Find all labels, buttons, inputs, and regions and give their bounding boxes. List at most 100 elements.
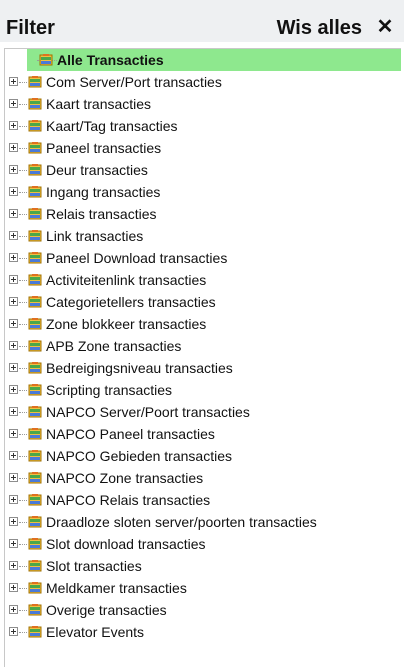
tree-item-label: APB Zone transacties [46,338,182,354]
tree-item[interactable]: Scripting transacties [5,379,401,401]
tree-item[interactable]: Activiteitenlink transacties [5,269,401,291]
tree-connector [19,302,27,303]
transaction-folder-icon [28,362,42,374]
tree-item[interactable]: Paneel Download transacties [5,247,401,269]
transaction-folder-icon [28,450,42,462]
tree-connector [19,390,27,391]
filter-title: Filter [6,17,55,39]
plus-expander-icon[interactable] [9,363,18,372]
tree-connector [19,192,27,193]
tree-item[interactable]: APB Zone transacties [5,335,401,357]
tree-item[interactable]: Bedreigingsniveau transacties [5,357,401,379]
tree-item[interactable]: Meldkamer transacties [5,577,401,599]
transaction-folder-icon [28,340,42,352]
plus-expander-icon[interactable] [9,429,18,438]
filter-panel: Filter Wis alles ✕ Alle Transacties Com … [0,0,404,667]
plus-expander-icon[interactable] [9,561,18,570]
tree-item[interactable]: Overige transacties [5,599,401,621]
tree-item[interactable]: Com Server/Port transacties [5,71,401,93]
transaction-folder-icon [28,120,42,132]
plus-expander-icon[interactable] [9,627,18,636]
close-icon[interactable]: ✕ [374,16,396,38]
plus-expander-icon[interactable] [9,407,18,416]
tree-item[interactable]: Elevator Events [5,621,401,643]
tree-item-label: Meldkamer transacties [46,580,187,596]
tree-item[interactable]: NAPCO Zone transacties [5,467,401,489]
plus-expander-icon[interactable] [9,143,18,152]
tree-item-label: Elevator Events [46,624,145,640]
tree-connector [19,588,27,589]
tree-connector [19,544,27,545]
transaction-folder-icon [28,186,42,198]
tree-item-label: Com Server/Port transacties [46,74,222,90]
transaction-folder-icon [28,494,42,506]
tree-item[interactable]: NAPCO Paneel transacties [5,423,401,445]
plus-expander-icon[interactable] [9,473,18,482]
plus-expander-icon[interactable] [9,385,18,394]
tree-connector [19,632,27,633]
plus-expander-icon[interactable] [9,583,18,592]
plus-expander-icon[interactable] [9,319,18,328]
tree-item-label: Link transacties [46,228,144,244]
tree-item[interactable]: Zone blokkeer transacties [5,313,401,335]
transaction-folder-icon [28,230,42,242]
plus-expander-icon[interactable] [9,517,18,526]
transaction-folder-icon [28,318,42,330]
tree-connector [19,236,27,237]
tree-item-label: Zone blokkeer transacties [46,316,207,332]
tree-connector [19,324,27,325]
plus-expander-icon[interactable] [9,99,18,108]
tree-item[interactable]: Relais transacties [5,203,401,225]
tree-connector [19,456,27,457]
plus-expander-icon[interactable] [9,209,18,218]
transaction-folder-icon [28,538,42,550]
plus-expander-icon[interactable] [9,165,18,174]
plus-expander-icon[interactable] [9,253,18,262]
transaction-folder-icon [28,98,42,110]
plus-expander-icon[interactable] [9,605,18,614]
tree-item[interactable]: NAPCO Server/Poort transacties [5,401,401,423]
tree-item[interactable]: Paneel transacties [5,137,401,159]
tree-item-label: Ingang transacties [46,184,161,200]
tree-connector [19,522,27,523]
tree-item[interactable]: NAPCO Relais transacties [5,489,401,511]
tree-item[interactable]: Kaart/Tag transacties [5,115,401,137]
tree-item-label: Kaart transacties [46,96,152,112]
tree-item[interactable]: NAPCO Gebieden transacties [5,445,401,467]
tree-item[interactable]: Categorietellers transacties [5,291,401,313]
transaction-folder-icon [28,406,42,418]
plus-expander-icon[interactable] [9,451,18,460]
tree-item-label: Paneel Download transacties [46,250,228,266]
tree-item[interactable]: Slot transacties [5,555,401,577]
tree-item-label: NAPCO Zone transacties [46,470,204,486]
tree-item[interactable]: Slot download transacties [5,533,401,555]
tree-item-label: Paneel transacties [46,140,162,156]
tree-item[interactable]: Kaart transacties [5,93,401,115]
plus-expander-icon[interactable] [9,539,18,548]
transaction-folder-icon [28,76,42,88]
plus-expander-icon[interactable] [9,187,18,196]
transaction-folder-icon [28,384,42,396]
tree-connector [19,82,27,83]
plus-expander-icon[interactable] [9,495,18,504]
tree-item[interactable]: Draadloze sloten server/poorten transact… [5,511,401,533]
tree-root-label: Alle Transacties [57,52,164,68]
transaction-folder-icon [28,252,42,264]
transaction-folder-icon [28,274,42,286]
tree-connector [19,258,27,259]
plus-expander-icon[interactable] [9,121,18,130]
plus-expander-icon[interactable] [9,77,18,86]
tree-item[interactable]: Link transacties [5,225,401,247]
clear-all-button[interactable]: Wis alles [277,17,362,39]
tree-item[interactable]: Deur transacties [5,159,401,181]
tree-connector [19,500,27,501]
tree-item-label: NAPCO Paneel transacties [46,426,215,442]
tree-root-item[interactable]: Alle Transacties [27,49,401,71]
tree-item[interactable]: Ingang transacties [5,181,401,203]
plus-expander-icon[interactable] [9,231,18,240]
tree-connector [19,126,27,127]
plus-expander-icon[interactable] [9,297,18,306]
transaction-tree: Alle Transacties Com Server/Port transac… [4,48,401,667]
plus-expander-icon[interactable] [9,341,18,350]
plus-expander-icon[interactable] [9,275,18,284]
